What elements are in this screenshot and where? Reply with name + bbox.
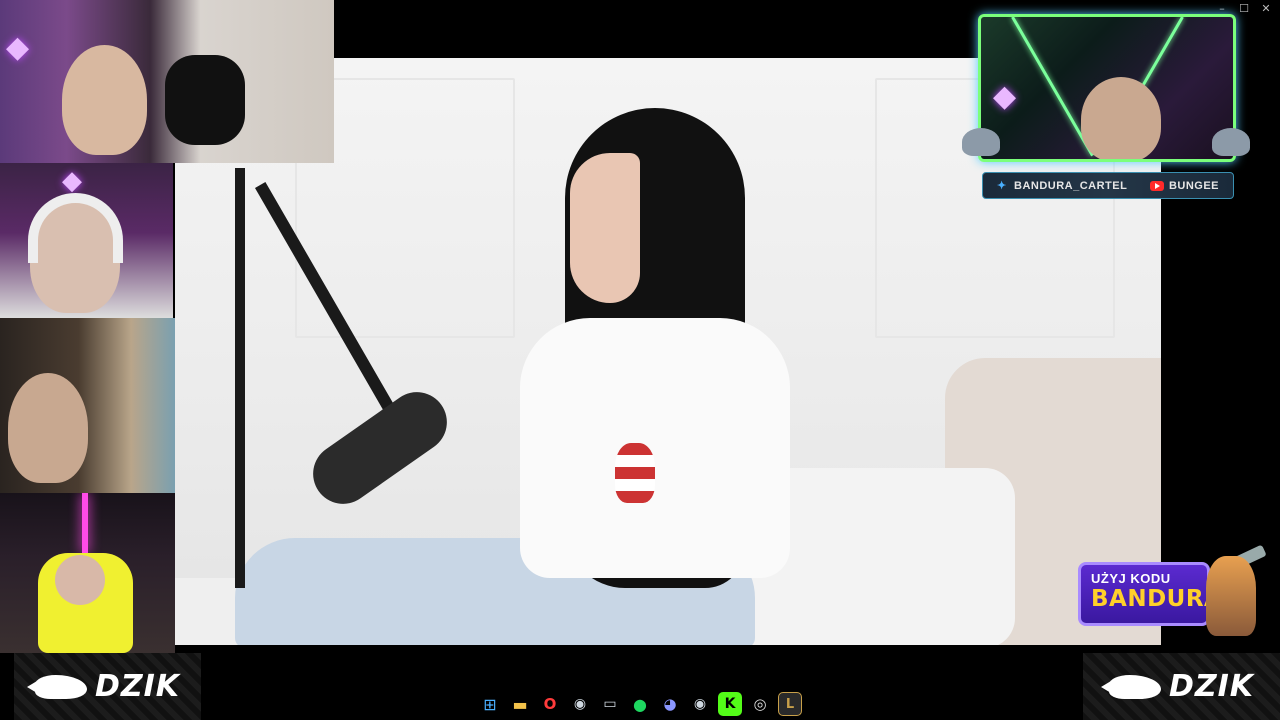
webcam-4	[0, 493, 175, 653]
streamer-silhouette	[1081, 77, 1161, 159]
webcam-3	[0, 318, 175, 493]
gaming-chair	[165, 55, 245, 145]
person-shirt	[520, 318, 790, 578]
panther-neon-icon: ◆	[993, 80, 1017, 113]
discord-icon[interactable]: ◕	[658, 692, 682, 716]
twitter-icon: ✦	[997, 179, 1007, 192]
webcam-2: ◆	[0, 163, 173, 318]
shark-ornament-icon	[962, 128, 1000, 156]
dzik-wordmark: DZIK	[1168, 669, 1255, 704]
steam-icon-2[interactable]: ◉	[688, 692, 712, 716]
panther-neon-icon: ◆	[6, 31, 30, 64]
shirt-logo	[615, 443, 655, 503]
mascot-icon	[1206, 556, 1256, 636]
promo-code-banner: UŻYJ KODU BANDURA	[1078, 562, 1223, 626]
taskbar: ⊞ ▬ O ◉ ▭ ● ◕ ◉ K ◎ L	[478, 690, 802, 718]
headphones	[28, 193, 123, 263]
social-bar: ✦ BANDURA_CARTEL BUNGEE	[982, 172, 1234, 199]
twitter-link[interactable]: ✦ BANDURA_CARTEL	[997, 180, 1127, 192]
person-face	[570, 153, 640, 303]
steam-icon[interactable]: ◉	[568, 692, 592, 716]
league-of-legends-icon[interactable]: L	[778, 692, 802, 716]
neon-light	[82, 493, 88, 553]
monitor-icon[interactable]: ▭	[598, 692, 622, 716]
chrome-icon[interactable]: ◎	[748, 692, 772, 716]
panther-neon-icon: ◆	[62, 165, 82, 195]
spotify-icon[interactable]: ●	[628, 692, 652, 716]
streamer-silhouette	[8, 373, 88, 483]
boar-icon	[1100, 674, 1161, 699]
dzik-logo-right: DZIK	[1083, 653, 1280, 720]
youtube-icon	[1149, 180, 1164, 191]
file-explorer-icon[interactable]: ▬	[508, 692, 532, 716]
boar-icon	[26, 674, 87, 699]
dzik-wordmark: DZIK	[94, 669, 181, 704]
webcam-1: ◆	[0, 0, 334, 163]
windows-start-icon[interactable]: ⊞	[478, 692, 502, 716]
promo-code: BANDURA	[1091, 586, 1223, 612]
opera-icon[interactable]: O	[538, 692, 562, 716]
streamer-cam-frame: ◆	[978, 14, 1236, 162]
youtube-link[interactable]: BUNGEE	[1149, 179, 1219, 192]
kick-icon[interactable]: K	[718, 692, 742, 716]
twitter-handle: BANDURA_CARTEL	[1014, 179, 1128, 192]
youtube-handle: BUNGEE	[1168, 179, 1219, 192]
promo-line: UŻYJ KODU	[1091, 571, 1171, 586]
maximize-button[interactable]: ☐	[1236, 2, 1252, 16]
dzik-logo-left: DZIK	[14, 653, 201, 720]
streamer-silhouette	[62, 45, 147, 155]
close-button[interactable]: ✕	[1258, 2, 1274, 16]
shark-ornament-icon	[1212, 128, 1250, 156]
streamer-head	[55, 555, 105, 605]
mic-stand	[235, 168, 245, 588]
